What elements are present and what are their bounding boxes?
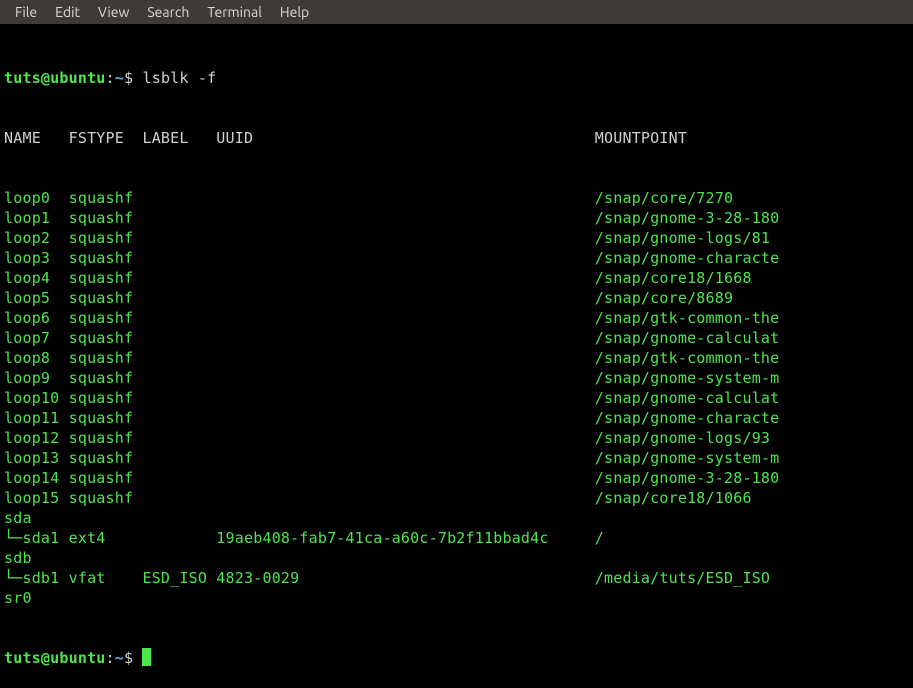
- table-row: loop9 squashf /snap/gnome-system-m: [4, 368, 913, 388]
- cursor: [142, 648, 151, 666]
- table-row: loop13 squashf /snap/gnome-system-m: [4, 448, 913, 468]
- table-row: sda: [4, 508, 913, 528]
- table-row: sdb: [4, 548, 913, 568]
- prompt-line-2: tuts@ubuntu:~$: [4, 648, 913, 668]
- menu-edit[interactable]: Edit: [46, 2, 89, 22]
- table-row: └─sda1 ext4 19aeb408-fab7-41ca-a60c-7b2f…: [4, 528, 913, 548]
- table-row: loop6 squashf /snap/gtk-common-the: [4, 308, 913, 328]
- table-row: loop15 squashf /snap/core18/1066: [4, 488, 913, 508]
- table-row: └─sdb1 vfat ESD_ISO 4823-0029 /media/tut…: [4, 568, 913, 588]
- menu-view[interactable]: View: [89, 2, 138, 22]
- menubar: File Edit View Search Terminal Help: [0, 0, 913, 24]
- menu-file[interactable]: File: [6, 2, 46, 22]
- terminal-viewport[interactable]: tuts@ubuntu:~$ lsblk -f NAME FSTYPE LABE…: [0, 24, 913, 688]
- prompt-user-host-2: tuts@ubuntu: [4, 649, 106, 667]
- output-rows: loop0 squashf /snap/core/7270loop1 squas…: [4, 188, 913, 608]
- table-row: loop8 squashf /snap/gtk-common-the: [4, 348, 913, 368]
- prompt-colon: :: [106, 69, 115, 87]
- table-row: loop5 squashf /snap/core/8689: [4, 288, 913, 308]
- table-row: loop1 squashf /snap/gnome-3-28-180: [4, 208, 913, 228]
- table-row: loop0 squashf /snap/core/7270: [4, 188, 913, 208]
- table-row: loop3 squashf /snap/gnome-characte: [4, 248, 913, 268]
- menu-search[interactable]: Search: [138, 2, 198, 22]
- table-row: loop2 squashf /snap/gnome-logs/81: [4, 228, 913, 248]
- menu-terminal[interactable]: Terminal: [198, 2, 271, 22]
- prompt-user-host: tuts@ubuntu: [4, 69, 106, 87]
- prompt-path: ~: [115, 69, 124, 87]
- table-row: loop4 squashf /snap/core18/1668: [4, 268, 913, 288]
- table-row: loop12 squashf /snap/gnome-logs/93: [4, 428, 913, 448]
- prompt-colon-2: :: [106, 649, 115, 667]
- table-row: loop7 squashf /snap/gnome-calculat: [4, 328, 913, 348]
- table-row: loop11 squashf /snap/gnome-characte: [4, 408, 913, 428]
- prompt-dollar: $: [124, 69, 133, 87]
- command-text: lsblk -f: [142, 69, 216, 87]
- table-row: loop10 squashf /snap/gnome-calculat: [4, 388, 913, 408]
- prompt-line-1: tuts@ubuntu:~$ lsblk -f: [4, 68, 913, 88]
- menu-help[interactable]: Help: [271, 2, 318, 22]
- header-row: NAME FSTYPE LABEL UUID MOUNTPOINT: [4, 128, 913, 148]
- table-row: loop14 squashf /snap/gnome-3-28-180: [4, 468, 913, 488]
- prompt-dollar-2: $: [124, 649, 133, 667]
- table-row: sr0: [4, 588, 913, 608]
- prompt-path-2: ~: [115, 649, 124, 667]
